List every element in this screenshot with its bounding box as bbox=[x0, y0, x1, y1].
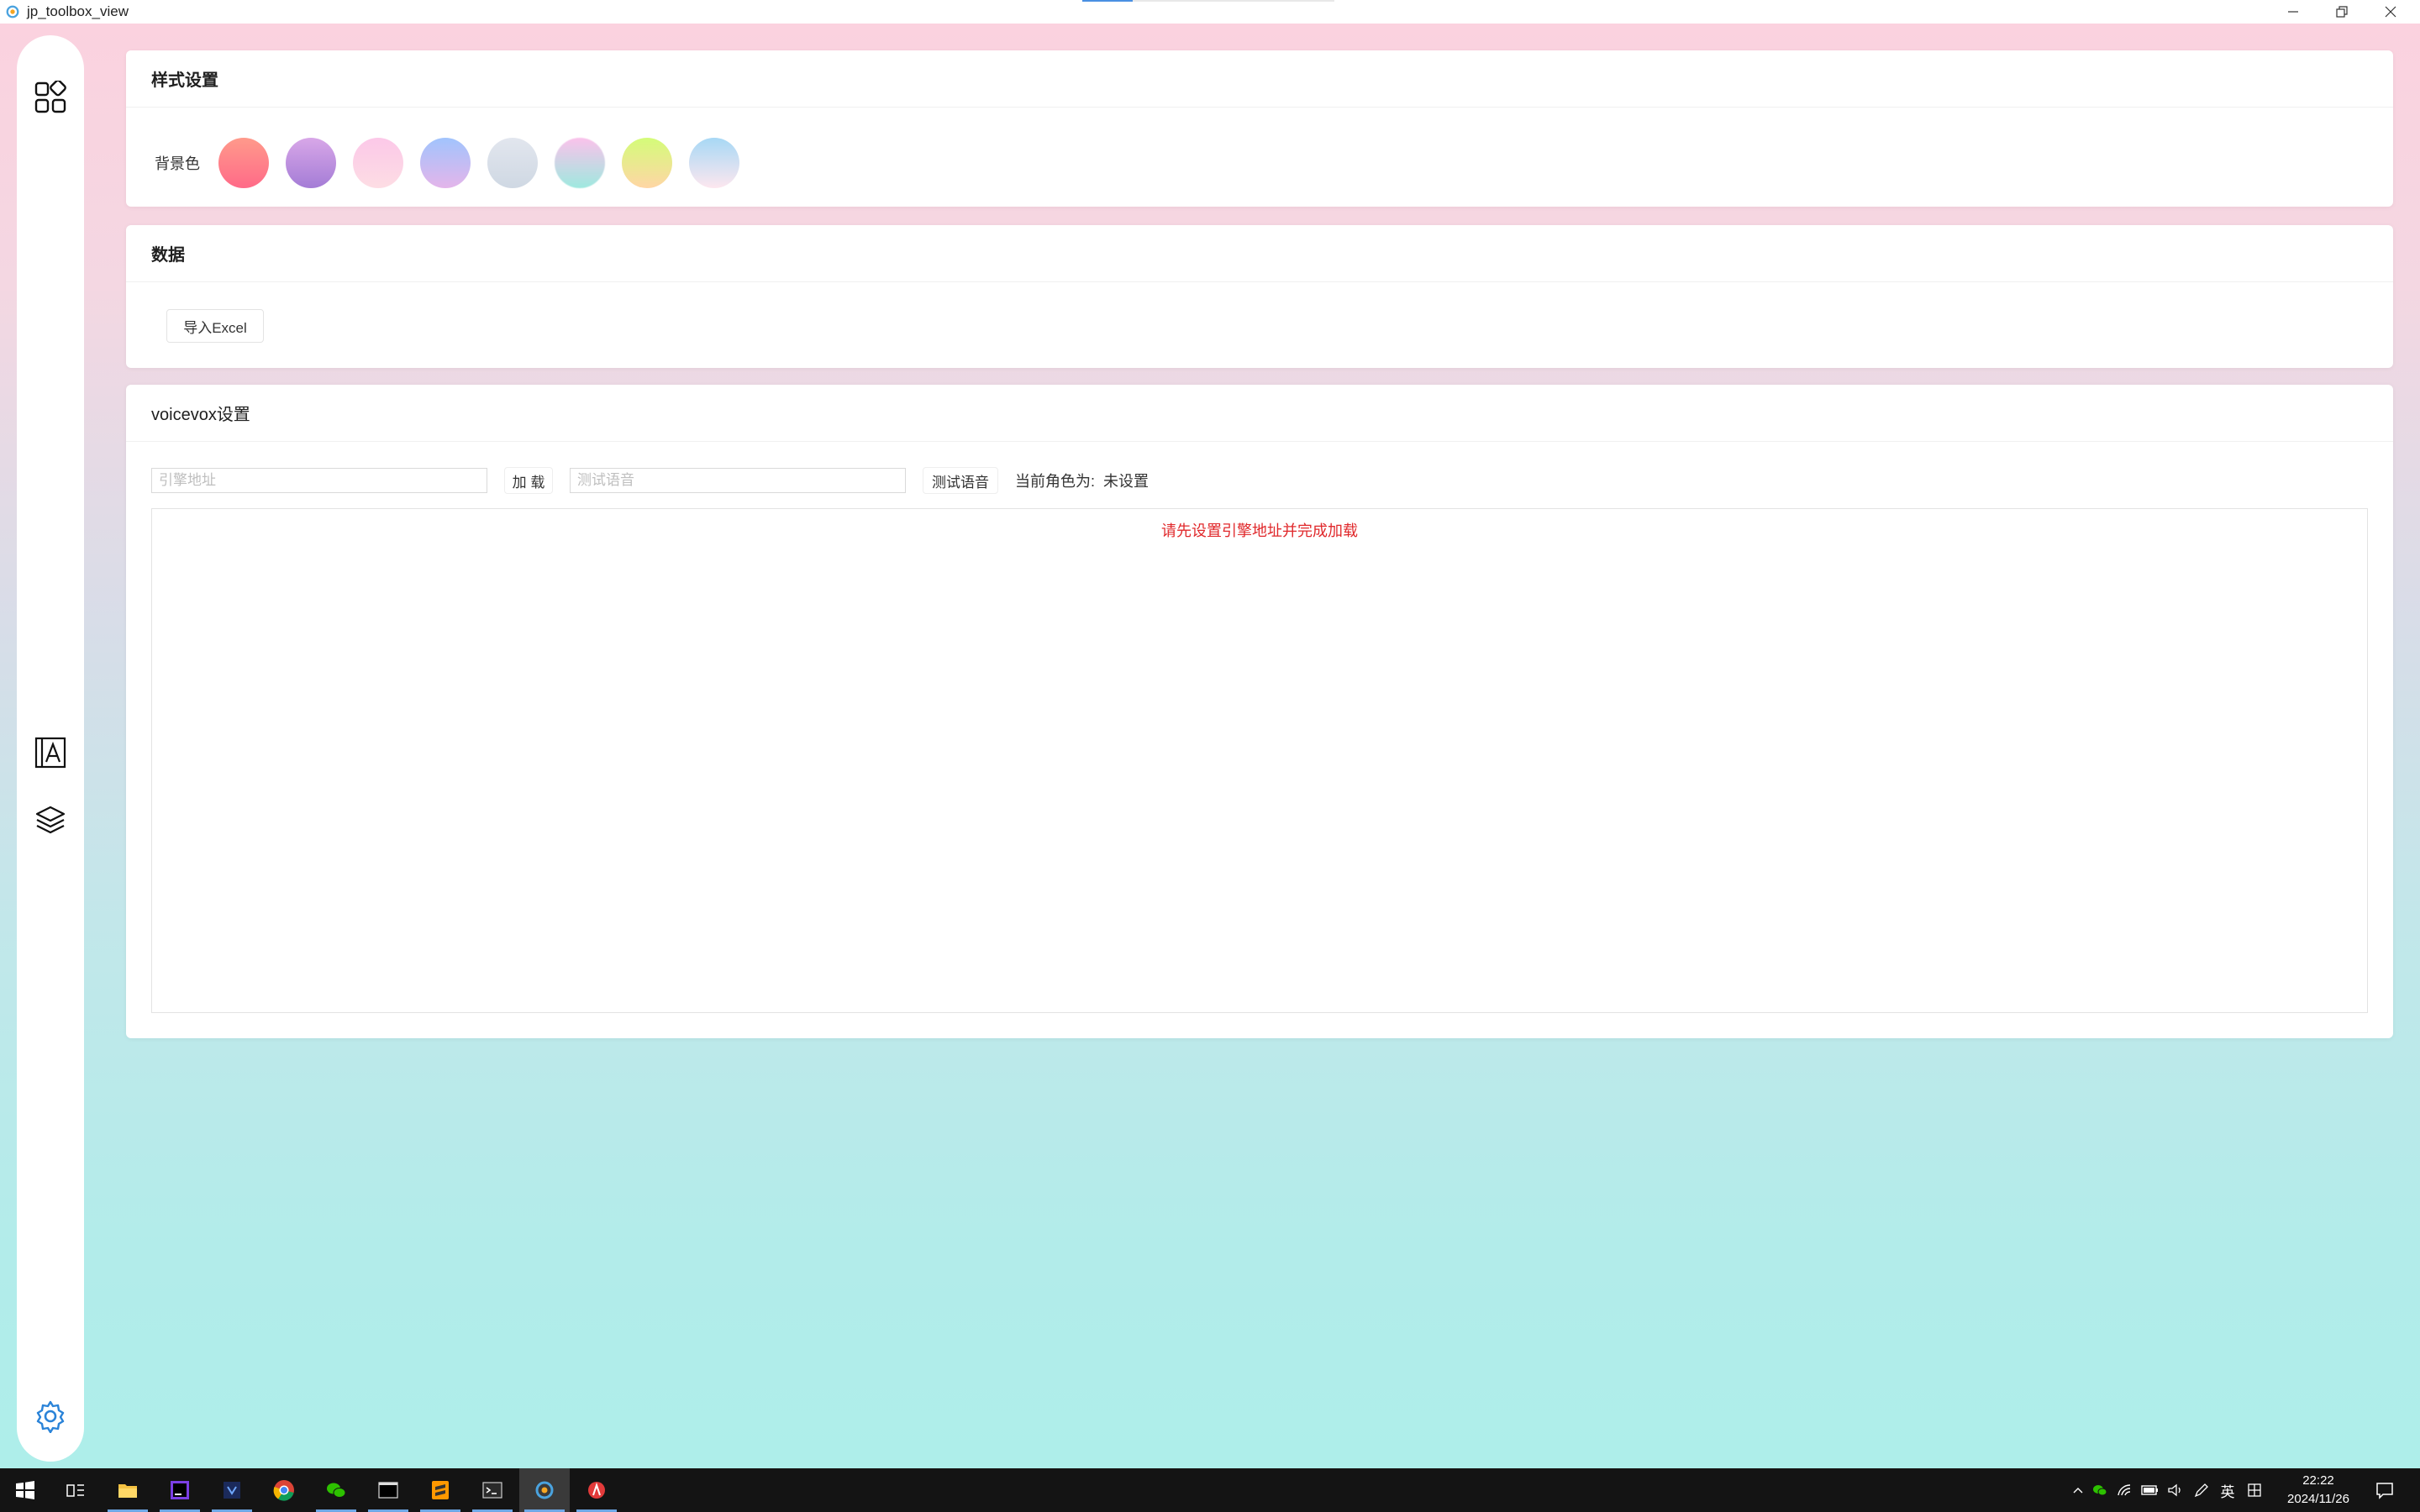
font-icon bbox=[34, 737, 66, 769]
layers-icon bbox=[35, 806, 66, 834]
close-button[interactable] bbox=[2366, 0, 2415, 24]
ime-mode-icon[interactable] bbox=[2242, 1483, 2267, 1498]
engine-warning-message: 请先设置引擎地址并完成加载 bbox=[1161, 522, 1358, 539]
current-role-label: 当前角色为: bbox=[1015, 473, 1096, 490]
wechat-icon bbox=[327, 1483, 346, 1498]
sidebar-item-dashboard[interactable] bbox=[34, 81, 67, 114]
close-icon bbox=[2385, 6, 2396, 18]
tray-chevron-up-icon[interactable] bbox=[2069, 1483, 2087, 1497]
dashboard-icon bbox=[34, 81, 66, 113]
visual-studio-icon bbox=[224, 1482, 240, 1499]
load-button[interactable]: 加 载 bbox=[504, 467, 553, 494]
app-icon bbox=[588, 1482, 605, 1499]
voicevox-settings-card: voicevox设置 加 载 测试语音 当前角色为: 未设置 请先设置引擎地址并… bbox=[126, 385, 2393, 1038]
file-explorer-icon bbox=[118, 1484, 137, 1498]
taskbar: 英 22:22 2024/11/26 bbox=[0, 1468, 2420, 1512]
system-tray: 英 bbox=[2069, 1468, 2267, 1512]
taskbar-chrome[interactable] bbox=[259, 1468, 309, 1512]
restore-button[interactable] bbox=[2317, 0, 2366, 24]
taskbar-powershell[interactable] bbox=[467, 1468, 518, 1512]
taskbar-sublime[interactable] bbox=[415, 1468, 466, 1512]
sidebar-item-settings[interactable] bbox=[34, 1399, 67, 1433]
background-color-label: 背景色 bbox=[155, 155, 200, 172]
background-swatch-6[interactable] bbox=[555, 138, 605, 188]
volume-icon[interactable] bbox=[2163, 1483, 2188, 1498]
current-role-value: 未设置 bbox=[1103, 473, 1149, 490]
taskbar-visual-studio[interactable] bbox=[207, 1468, 257, 1512]
taskbar-toolbox-app[interactable] bbox=[519, 1468, 570, 1512]
sidebar bbox=[17, 35, 84, 1462]
background-swatch-7[interactable] bbox=[622, 138, 672, 188]
background-swatch-3[interactable] bbox=[353, 138, 403, 188]
sidebar-item-layers[interactable] bbox=[34, 803, 67, 837]
speaker-list-panel: 请先设置引擎地址并完成加载 bbox=[151, 508, 2368, 1013]
restore-icon bbox=[2336, 6, 2348, 18]
title-bar: jp_toolbox_view bbox=[0, 0, 2420, 24]
test-voice-button[interactable]: 测试语音 bbox=[923, 467, 998, 494]
terminal-icon bbox=[378, 1482, 398, 1499]
minimize-button[interactable] bbox=[2269, 0, 2317, 24]
background-swatch-1[interactable] bbox=[218, 138, 269, 188]
powershell-icon bbox=[482, 1482, 502, 1499]
app-logo-icon bbox=[6, 5, 19, 18]
background-swatch-2[interactable] bbox=[286, 138, 336, 188]
background-color-row: 背景色 bbox=[155, 138, 756, 188]
data-card: 数据 导入Excel bbox=[126, 225, 2393, 368]
background-swatch-4[interactable] bbox=[420, 138, 471, 188]
tray-wechat-icon[interactable] bbox=[2087, 1483, 2112, 1498]
background-swatch-5[interactable] bbox=[487, 138, 538, 188]
minimize-icon bbox=[2288, 11, 2298, 13]
title-progress bbox=[1082, 0, 1334, 2]
windows-start-icon bbox=[16, 1481, 34, 1499]
swatch-list bbox=[218, 138, 756, 188]
clock-time: 22:22 bbox=[2302, 1473, 2334, 1488]
sublime-icon bbox=[432, 1481, 449, 1499]
pen-icon[interactable] bbox=[2188, 1483, 2213, 1498]
ime-indicator[interactable]: 英 bbox=[2213, 1480, 2242, 1501]
sidebar-item-font[interactable] bbox=[34, 736, 67, 769]
window-title: jp_toolbox_view bbox=[27, 3, 129, 19]
test-voice-input[interactable] bbox=[570, 468, 906, 493]
task-view-icon bbox=[66, 1484, 84, 1497]
notification-button[interactable] bbox=[2363, 1468, 2407, 1512]
clock[interactable]: 22:22 2024/11/26 bbox=[2272, 1472, 2365, 1509]
start-button[interactable] bbox=[0, 1468, 50, 1512]
jetbrains-icon bbox=[171, 1481, 189, 1499]
taskbar-file-explorer[interactable] bbox=[103, 1468, 153, 1512]
data-title: 数据 bbox=[126, 225, 2393, 282]
taskbar-wechat[interactable] bbox=[311, 1468, 361, 1512]
taskbar-app[interactable] bbox=[571, 1468, 622, 1512]
toolbox-icon bbox=[535, 1481, 554, 1499]
background-swatch-8[interactable] bbox=[689, 138, 739, 188]
wifi-icon[interactable] bbox=[2112, 1483, 2138, 1498]
style-settings-title: 样式设置 bbox=[126, 50, 2393, 108]
taskbar-jetbrains[interactable] bbox=[155, 1468, 205, 1512]
engine-address-input[interactable] bbox=[151, 468, 487, 493]
battery-icon[interactable] bbox=[2138, 1484, 2163, 1496]
task-view-button[interactable] bbox=[50, 1468, 101, 1512]
app-body: 样式设置 背景色 数据 导入Excel voicevox设置 加 载 测试语音 … bbox=[0, 24, 2420, 1468]
taskbar-terminal[interactable] bbox=[363, 1468, 413, 1512]
style-settings-card: 样式设置 背景色 bbox=[126, 50, 2393, 207]
notification-icon bbox=[2376, 1483, 2393, 1499]
chrome-icon bbox=[273, 1480, 294, 1501]
voicevox-title: voicevox设置 bbox=[126, 385, 2393, 442]
clock-date: 2024/11/26 bbox=[2287, 1492, 2349, 1506]
settings-icon bbox=[36, 1400, 65, 1433]
import-excel-button[interactable]: 导入Excel bbox=[166, 309, 264, 343]
